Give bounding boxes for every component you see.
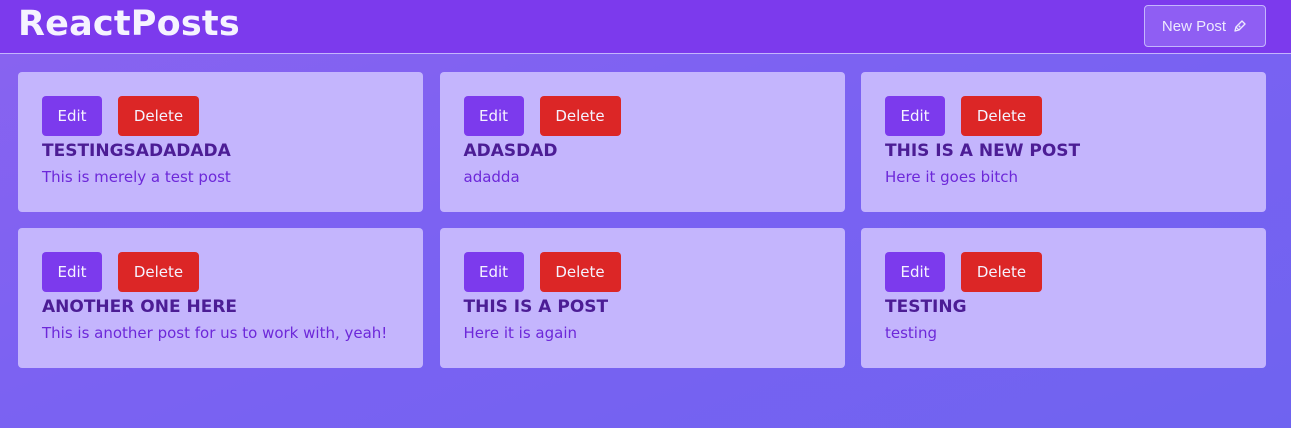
post-body: Here it is again (463, 324, 578, 342)
delete-button[interactable]: Delete (118, 252, 199, 292)
delete-button[interactable]: Delete (961, 252, 1042, 292)
edit-button[interactable]: Edit (885, 96, 945, 136)
post-title: TESTINGSADADADA (42, 141, 231, 161)
new-post-button[interactable]: New Post (1144, 5, 1266, 47)
post-actions: Edit Delete (42, 96, 399, 136)
delete-button[interactable]: Delete (118, 96, 199, 136)
post-card: Edit Delete TESTING testing (861, 228, 1266, 368)
pen-icon (1234, 20, 1246, 32)
edit-button[interactable]: Edit (42, 252, 102, 292)
post-actions: Edit Delete (42, 252, 399, 292)
post-body: Here it goes bitch (885, 168, 1018, 186)
post-title: ADASDAD (463, 141, 558, 161)
edit-button[interactable]: Edit (42, 96, 102, 136)
post-title: ANOTHER ONE HERE (42, 297, 238, 317)
delete-button[interactable]: Delete (539, 252, 621, 292)
post-body: adadda (463, 168, 520, 186)
post-title: TESTING (885, 297, 967, 317)
post-actions: Edit Delete (885, 96, 1242, 136)
post-body: This is another post for us to work with… (42, 324, 388, 342)
post-body: testing (885, 324, 938, 342)
post-card: Edit Delete THIS IS A POST Here it is ag… (439, 228, 845, 368)
app-brand-title[interactable]: ReactPosts (18, 4, 240, 44)
post-card: Edit Delete ANOTHER ONE HERE This is ano… (18, 228, 423, 368)
new-post-label: New Post (1161, 17, 1227, 35)
post-card: Edit Delete ADASDAD adadda (439, 72, 845, 212)
post-actions: Edit Delete (885, 252, 1242, 292)
post-card: Edit Delete THIS IS A NEW POST Here it g… (861, 72, 1266, 212)
post-actions: Edit Delete (463, 252, 821, 292)
top-nav-bar: ReactPosts New Post (0, 0, 1291, 54)
post-title: THIS IS A NEW POST (885, 141, 1081, 161)
delete-button[interactable]: Delete (961, 96, 1042, 136)
delete-button[interactable]: Delete (539, 96, 621, 136)
post-title: THIS IS A POST (463, 297, 609, 317)
edit-button[interactable]: Edit (463, 96, 524, 136)
post-body: This is merely a test post (42, 168, 231, 186)
edit-button[interactable]: Edit (885, 252, 945, 292)
post-actions: Edit Delete (463, 96, 821, 136)
edit-button[interactable]: Edit (463, 252, 524, 292)
post-card: Edit Delete TESTINGSADADADA This is mere… (18, 72, 423, 212)
posts-grid: Edit Delete TESTINGSADADADA This is mere… (18, 72, 1266, 368)
